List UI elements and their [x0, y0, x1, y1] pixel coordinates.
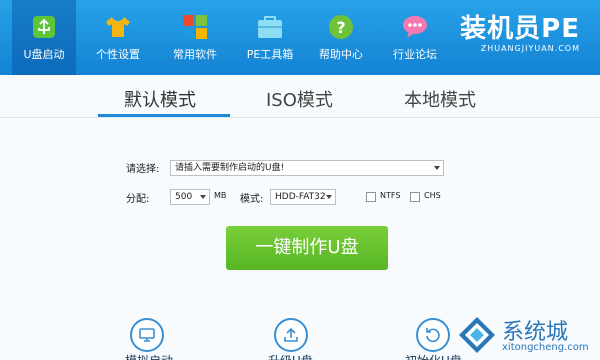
chevron-down-icon	[434, 166, 440, 170]
nav-label: 帮助中心	[319, 48, 363, 61]
nav-label: 行业论坛	[393, 48, 437, 61]
ntfs-checkbox[interactable]	[366, 192, 376, 202]
nav-label: 常用软件	[173, 48, 217, 61]
help-icon: ?	[329, 15, 353, 39]
brand-logo: 装机员PE ZHUANGJIYUAN.COM	[460, 14, 580, 53]
top-toolbar: U盘启动 个性设置 常用软件 PE工具箱 ? 帮助中心 行业论坛 装机员PE Z…	[0, 0, 600, 75]
tab-default-mode[interactable]: 默认模式	[124, 86, 196, 112]
svg-text:?: ?	[336, 18, 345, 37]
nav-personalize[interactable]: 个性设置	[86, 0, 150, 75]
monitor-icon	[139, 328, 155, 342]
nav-usb-boot[interactable]: U盘启动	[12, 0, 76, 75]
nav-help[interactable]: ? 帮助中心	[309, 0, 373, 75]
nav-forum[interactable]: 行业论坛	[383, 0, 447, 75]
apps-grid-icon	[183, 15, 207, 39]
nav-software[interactable]: 常用软件	[163, 0, 227, 75]
chs-label: CHS	[424, 191, 441, 200]
watermark-logo-icon	[459, 317, 495, 353]
nav-pe-toolbox[interactable]: PE工具箱	[238, 0, 302, 75]
make-usb-button[interactable]: 一键制作U盘	[226, 226, 388, 270]
mode-tabs: 默认模式 ISO模式 本地模式	[0, 82, 600, 118]
chs-checkbox[interactable]	[410, 192, 420, 202]
logo-title: 装机员PE	[460, 14, 580, 44]
chat-icon	[403, 16, 427, 38]
upgrade-usb-label: 升级U盘	[268, 352, 313, 360]
chevron-down-icon	[326, 195, 332, 199]
site-watermark: 系统城 xitongcheng.com	[456, 312, 590, 360]
usb-icon	[33, 16, 55, 38]
format-mode-value: HDD-FAT32	[275, 192, 326, 202]
reset-icon	[426, 328, 440, 343]
upgrade-usb-button[interactable]	[274, 318, 308, 352]
nav-label: PE工具箱	[246, 48, 294, 61]
mode-label: 模式:	[240, 194, 264, 205]
partition-size-value: 500	[175, 192, 193, 202]
reset-usb-label: 初始化U盘	[405, 352, 462, 360]
tab-local-mode[interactable]: 本地模式	[404, 86, 476, 112]
ntfs-label: NTFS	[380, 191, 401, 200]
toolbox-icon	[258, 16, 282, 38]
tab-iso-mode[interactable]: ISO模式	[266, 86, 333, 112]
nav-label: 个性设置	[96, 48, 140, 61]
partition-size-select[interactable]: 500	[170, 189, 210, 205]
usb-drive-select-value: 请插入需要制作启动的U盘!	[175, 163, 285, 173]
simulate-boot-label: 模拟启动	[125, 352, 173, 360]
simulate-boot-button[interactable]	[130, 318, 164, 352]
chevron-down-icon	[200, 195, 206, 199]
partition-label: 分配:	[126, 194, 150, 205]
watermark-url: xitongcheng.com	[502, 342, 589, 353]
format-mode-select[interactable]: HDD-FAT32	[270, 189, 336, 205]
shirt-icon	[106, 17, 130, 37]
logo-subtitle: ZHUANGJIYUAN.COM	[480, 44, 580, 53]
usb-drive-select[interactable]: 请插入需要制作启动的U盘!	[170, 160, 444, 176]
upload-icon	[284, 327, 298, 342]
tab-divider	[0, 117, 600, 118]
select-label: 请选择:	[126, 164, 160, 175]
partition-unit: MB	[214, 191, 227, 200]
reset-usb-button[interactable]	[416, 318, 450, 352]
nav-label: U盘启动	[23, 48, 65, 61]
